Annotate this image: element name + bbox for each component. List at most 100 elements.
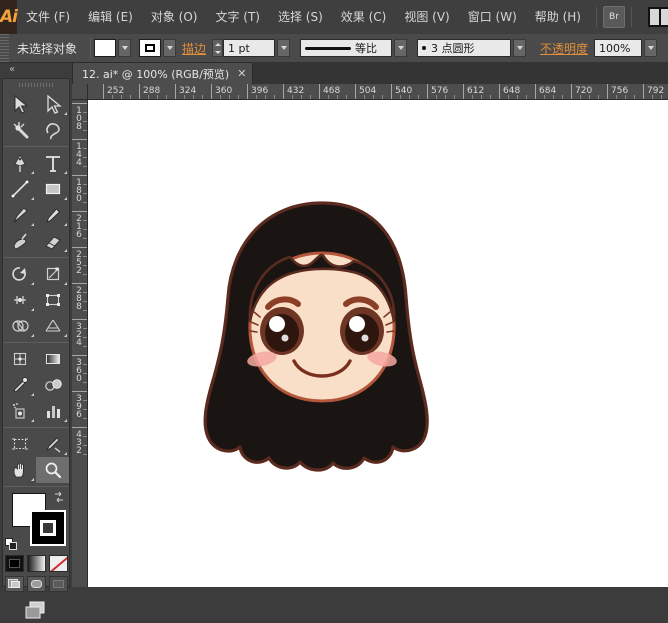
stroke-weight-dropdown-icon[interactable]	[277, 39, 290, 57]
menu-window[interactable]: 窗口 (W)	[459, 0, 526, 34]
tool-flyout-indicator-icon[interactable]	[64, 419, 67, 422]
stroke-swatch[interactable]	[30, 510, 66, 546]
brush-definition-dropdown-icon[interactable]	[513, 39, 526, 57]
stroke-color-swatch[interactable]	[139, 39, 161, 57]
screen-mode-menu-icon[interactable]	[27, 576, 46, 592]
menu-object[interactable]: 对象 (O)	[142, 0, 207, 34]
tool-flyout-indicator-icon[interactable]	[64, 197, 67, 200]
hand-tool-icon[interactable]	[3, 457, 36, 483]
fill-dropdown-icon[interactable]	[118, 39, 131, 57]
opacity-link[interactable]: 不透明度	[540, 40, 588, 57]
menu-effect[interactable]: 效果 (C)	[332, 0, 396, 34]
collapse-panel-icon[interactable]: «	[2, 63, 20, 76]
magic-wand-tool-icon[interactable]	[3, 117, 36, 143]
ruler-tick-label: 180	[75, 179, 83, 203]
screen-mode-full-icon[interactable]	[49, 576, 68, 592]
stroke-options-link[interactable]: 描边	[182, 40, 206, 57]
stroke-dropdown-icon[interactable]	[163, 39, 176, 57]
screen-mode-normal-icon[interactable]	[5, 576, 24, 592]
lasso-tool-icon[interactable]	[36, 117, 69, 143]
cartoon-girl-face-artwork[interactable]	[172, 195, 472, 475]
selection-tool-icon[interactable]	[3, 91, 36, 117]
slice-tool-icon[interactable]	[36, 431, 69, 457]
ruler-minor-tick	[472, 95, 473, 99]
toolbox-panel	[2, 78, 70, 587]
free-transform-tool-icon[interactable]	[36, 287, 69, 313]
scale-tool-icon[interactable]	[36, 261, 69, 287]
artboard-tool-icon[interactable]	[3, 431, 36, 457]
menu-select[interactable]: 选择 (S)	[269, 0, 332, 34]
default-fill-stroke-icon[interactable]	[5, 538, 18, 551]
menu-type[interactable]: 文字 (T)	[206, 0, 269, 34]
blend-tool-icon[interactable]	[36, 372, 69, 398]
stroke-profile-dropdown-icon[interactable]	[394, 39, 407, 57]
menu-help[interactable]: 帮助 (H)	[526, 0, 590, 34]
tool-flyout-indicator-icon[interactable]	[64, 223, 67, 226]
blob-brush-tool-icon[interactable]	[3, 228, 36, 254]
line-segment-tool-icon[interactable]	[3, 176, 36, 202]
tool-flyout-indicator-icon[interactable]	[64, 112, 67, 115]
menu-edit[interactable]: 编辑 (E)	[79, 0, 142, 34]
none-button[interactable]	[49, 555, 68, 572]
eraser-tool-icon[interactable]	[36, 228, 69, 254]
tool-flyout-indicator-icon[interactable]	[31, 171, 34, 174]
stroke-weight-input[interactable]: 1 pt	[223, 39, 275, 57]
type-tool-icon[interactable]	[36, 150, 69, 176]
control-bar-grip[interactable]	[0, 34, 9, 62]
tool-flyout-indicator-icon[interactable]	[64, 334, 67, 337]
menu-file[interactable]: 文件 (F)	[17, 0, 79, 34]
rotate-tool-icon[interactable]	[3, 261, 36, 287]
opacity-dropdown-icon[interactable]	[644, 39, 657, 57]
stroke-profile-select[interactable]: 等比	[300, 39, 392, 57]
tool-flyout-indicator-icon[interactable]	[31, 419, 34, 422]
workspace-switcher-icon[interactable]	[648, 7, 668, 27]
pen-tool-icon[interactable]	[3, 150, 36, 176]
tool-flyout-indicator-icon[interactable]	[31, 478, 34, 481]
tool-flyout-indicator-icon[interactable]	[31, 223, 34, 226]
ruler-tick: 108	[72, 103, 88, 104]
direct-selection-tool-icon[interactable]	[36, 91, 69, 117]
tool-flyout-indicator-icon[interactable]	[31, 334, 34, 337]
rectangle-tool-icon[interactable]	[36, 176, 69, 202]
tool-flyout-indicator-icon[interactable]	[31, 308, 34, 311]
stroke-weight-stepper[interactable]	[212, 39, 223, 57]
tool-flyout-indicator-icon[interactable]	[31, 282, 34, 285]
zoom-tool-icon[interactable]	[36, 457, 69, 483]
close-icon[interactable]: ✕	[237, 68, 246, 79]
gradient-button[interactable]	[27, 555, 46, 572]
pencil-tool-icon[interactable]	[36, 202, 69, 228]
gradient-tool-icon[interactable]	[36, 346, 69, 372]
toolbox-grip[interactable]	[3, 79, 69, 91]
tool-flyout-indicator-icon[interactable]	[64, 249, 67, 252]
bridge-button[interactable]: Br	[603, 6, 625, 28]
menu-view[interactable]: 视图 (V)	[395, 0, 458, 34]
swap-fill-stroke-icon[interactable]	[53, 491, 65, 503]
fill-color-swatch[interactable]	[94, 39, 116, 57]
column-graph-tool-icon[interactable]	[36, 398, 69, 424]
tool-flyout-indicator-icon[interactable]	[31, 197, 34, 200]
eyedropper-tool-icon[interactable]	[3, 372, 36, 398]
ruler-minor-tick	[148, 95, 149, 99]
tool-flyout-indicator-icon[interactable]	[64, 282, 67, 285]
ruler-minor-tick	[508, 95, 509, 99]
shape-builder-tool-icon[interactable]	[3, 313, 36, 339]
brush-definition-select[interactable]: 3 点圆形	[417, 39, 511, 57]
tool-flyout-indicator-icon[interactable]	[64, 452, 67, 455]
paintbrush-tool-icon[interactable]	[3, 202, 36, 228]
ruler-minor-tick	[83, 400, 87, 401]
mesh-tool-icon[interactable]	[3, 346, 36, 372]
symbol-sprayer-tool-icon[interactable]	[3, 398, 36, 424]
document-tab[interactable]: 12. ai* @ 100% (RGB/预览) ✕	[72, 62, 253, 84]
opacity-input[interactable]: 100%	[594, 39, 642, 57]
ruler-minor-tick	[83, 265, 87, 266]
perspective-grid-tool-icon[interactable]	[36, 313, 69, 339]
artboard-canvas[interactable]	[88, 100, 668, 587]
ruler-origin[interactable]	[72, 84, 88, 100]
change-screen-mode-button[interactable]	[3, 599, 69, 623]
tool-flyout-indicator-icon[interactable]	[64, 171, 67, 174]
color-button[interactable]	[5, 555, 24, 572]
horizontal-ruler[interactable]: 2522883243603964324685045405766126486847…	[88, 84, 668, 100]
tool-flyout-indicator-icon[interactable]	[31, 393, 34, 396]
vertical-ruler[interactable]: 108144180216252288324360396432	[72, 100, 88, 587]
width-tool-icon[interactable]	[3, 287, 36, 313]
